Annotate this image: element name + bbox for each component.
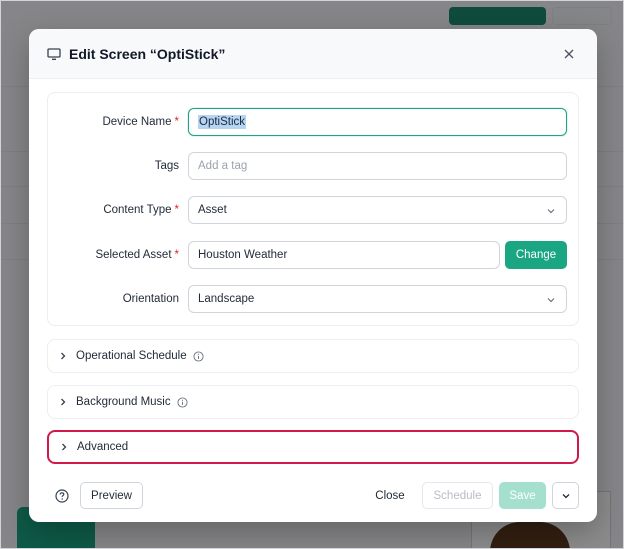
operational-schedule-label: Operational Schedule	[76, 350, 187, 362]
chevron-right-icon	[62, 443, 67, 451]
tags-label-text: Tags	[154, 160, 179, 172]
orientation-select[interactable]: Landscape	[188, 285, 567, 313]
schedule-button[interactable]: Schedule	[422, 482, 493, 509]
device-form-card: Device Name * OptiStick Tags Add a tag C…	[47, 92, 579, 326]
modal-header: Edit Screen “OptiStick”	[29, 29, 597, 79]
selected-asset-label-text: Selected Asset	[95, 249, 172, 261]
required-marker: *	[174, 116, 179, 128]
device-name-value: OptiStick	[198, 115, 247, 129]
help-icon[interactable]	[55, 489, 69, 503]
save-button[interactable]: Save	[499, 482, 546, 509]
close-icon	[564, 49, 574, 59]
background-music-section[interactable]: Background Music	[47, 385, 579, 419]
chevron-down-icon	[547, 209, 555, 214]
selected-asset-input[interactable]: Houston Weather	[188, 241, 500, 269]
close-button[interactable]	[561, 46, 577, 62]
orientation-label: Orientation	[48, 285, 179, 313]
preview-button[interactable]: Preview	[80, 482, 143, 509]
required-marker: *	[174, 204, 179, 216]
background-music-label: Background Music	[76, 396, 171, 408]
content-type-value: Asset	[198, 204, 227, 216]
orientation-value: Landscape	[198, 293, 255, 305]
required-marker: *	[174, 249, 179, 261]
chevron-right-icon	[61, 398, 66, 406]
device-name-label: Device Name *	[48, 108, 179, 136]
tags-row: Tags Add a tag	[48, 152, 580, 180]
edit-screen-modal: Edit Screen “OptiStick” Device Name * Opt…	[29, 29, 597, 522]
chevron-right-icon	[61, 352, 66, 360]
orientation-label-text: Orientation	[122, 293, 179, 305]
chevron-down-icon	[547, 298, 555, 303]
device-name-row: Device Name * OptiStick	[48, 108, 580, 136]
advanced-section[interactable]: Advanced	[47, 430, 579, 464]
modal-footer: Preview Close Schedule Save	[47, 482, 579, 510]
content-type-label: Content Type *	[48, 196, 179, 224]
selected-asset-label: Selected Asset *	[48, 241, 179, 269]
tags-label: Tags	[48, 152, 179, 180]
monitor-icon	[47, 47, 61, 60]
content-type-select[interactable]: Asset	[188, 196, 567, 224]
content-type-row: Content Type * Asset	[48, 196, 580, 224]
screenshot-frame: Edit Screen “OptiStick” Device Name * Opt…	[0, 0, 624, 549]
selected-asset-row: Selected Asset * Houston Weather Change	[48, 241, 580, 269]
tags-placeholder: Add a tag	[198, 160, 248, 172]
chevron-down-icon	[562, 493, 569, 498]
operational-schedule-section[interactable]: Operational Schedule	[47, 339, 579, 373]
device-name-input[interactable]: OptiStick	[188, 108, 567, 136]
change-asset-button[interactable]: Change	[505, 241, 567, 269]
modal-title: Edit Screen “OptiStick”	[69, 45, 226, 62]
device-name-label-text: Device Name	[102, 116, 172, 128]
advanced-label: Advanced	[77, 441, 129, 453]
tags-input[interactable]: Add a tag	[188, 152, 567, 180]
more-options-button[interactable]	[552, 482, 579, 509]
info-icon[interactable]	[193, 350, 204, 362]
orientation-row: Orientation Landscape	[48, 285, 580, 313]
modal-body: Device Name * OptiStick Tags Add a tag C…	[47, 92, 579, 326]
content-type-label-text: Content Type	[103, 204, 172, 216]
info-icon[interactable]	[177, 396, 188, 408]
close-text-button[interactable]: Close	[367, 482, 413, 509]
selected-asset-value: Houston Weather	[198, 249, 288, 261]
